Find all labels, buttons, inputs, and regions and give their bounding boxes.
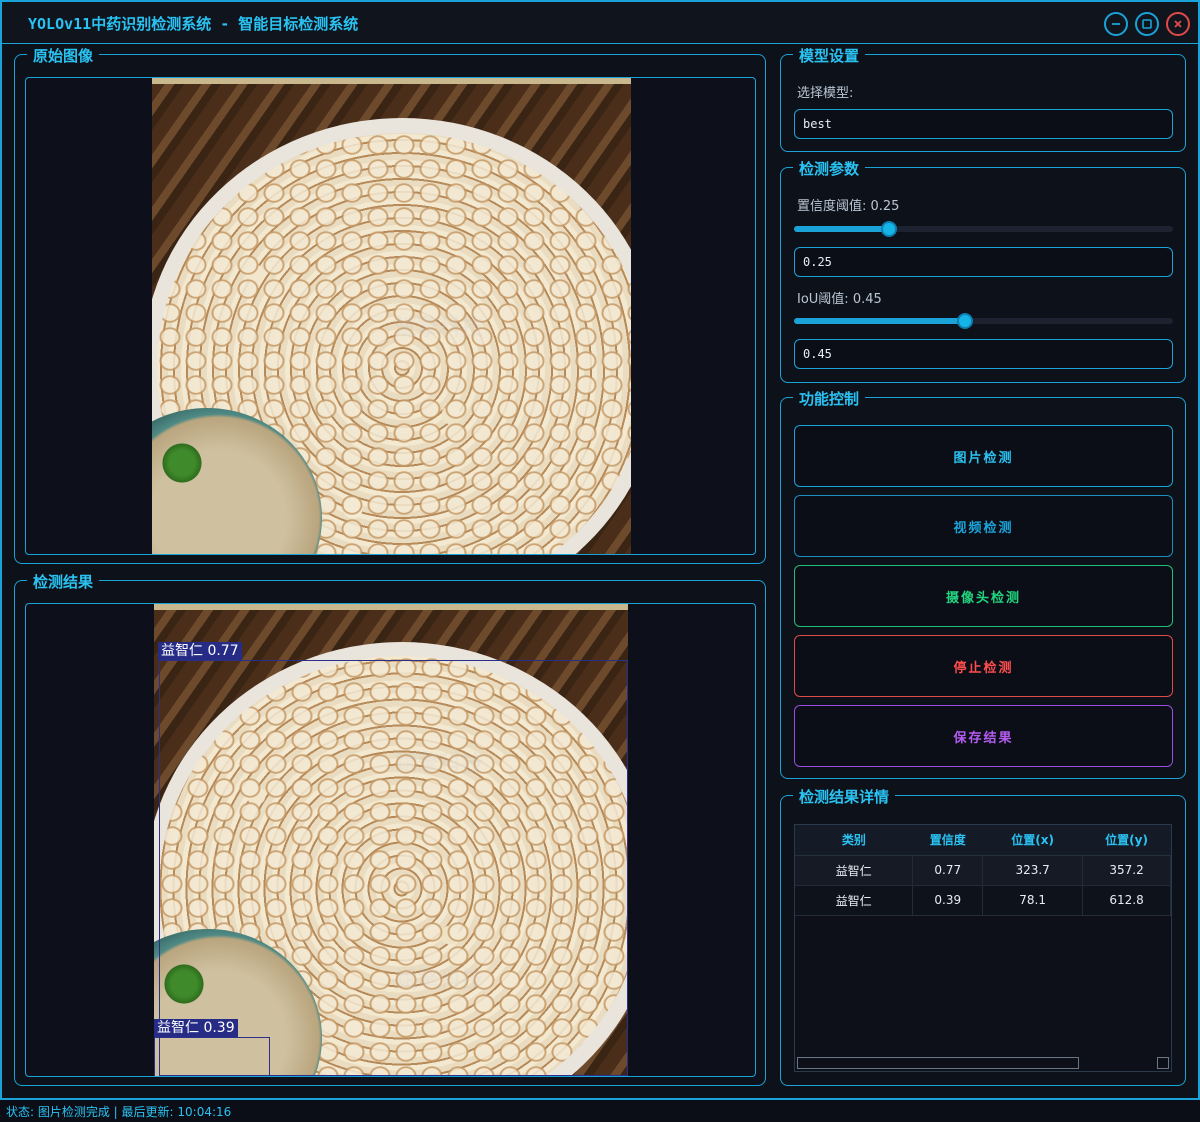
minimize-icon bbox=[1112, 23, 1120, 25]
table-header[interactable]: 类别 bbox=[795, 825, 913, 856]
confidence-label: 置信度阈值: 0.25 bbox=[797, 199, 900, 214]
original-image-panel: 原始图像 bbox=[14, 45, 766, 564]
table-header[interactable]: 位置(x) bbox=[982, 825, 1083, 856]
iou-slider-handle[interactable] bbox=[956, 313, 973, 329]
table-header[interactable]: 置信度 bbox=[912, 825, 983, 856]
function-control-title: 功能控制 bbox=[793, 388, 866, 409]
confidence-slider-fill bbox=[794, 226, 889, 232]
result-photo: 益智仁 0.77 益智仁 0.39 bbox=[154, 604, 628, 1076]
model-select-label: 选择模型: bbox=[797, 86, 854, 101]
detection-box bbox=[159, 660, 628, 1076]
window-title: YOLOv11中药识别检测系统 - 智能目标检测系统 bbox=[28, 15, 359, 33]
detection-params-title: 检测参数 bbox=[793, 158, 866, 179]
table-row[interactable]: 益智仁 0.77 323.7 357.2 bbox=[795, 855, 1171, 886]
results-table-container[interactable]: 类别 置信度 位置(x) 位置(y) 益智仁 0.77 323.7 357.2 … bbox=[794, 824, 1172, 1072]
iou-label: IoU阈值: 0.45 bbox=[797, 292, 882, 307]
iou-slider-fill bbox=[794, 318, 965, 324]
table-cell: 323.7 bbox=[982, 855, 1084, 886]
status-bar: 状态: 图片检测完成 | 最后更新: 10:04:16 bbox=[0, 1100, 1200, 1122]
scrollbar-corner bbox=[1157, 1057, 1169, 1069]
detection-label: 益智仁 0.77 bbox=[158, 642, 242, 660]
results-table: 类别 置信度 位置(x) 位置(y) 益智仁 0.77 323.7 357.2 … bbox=[795, 825, 1171, 916]
save-result-button[interactable]: 保存结果 bbox=[794, 705, 1173, 767]
iou-input[interactable]: 0.45 bbox=[794, 339, 1173, 369]
table-row[interactable]: 益智仁 0.39 78.1 612.8 bbox=[795, 885, 1171, 916]
close-button[interactable] bbox=[1166, 12, 1190, 36]
stop-detect-button[interactable]: 停止检测 bbox=[794, 635, 1173, 697]
confidence-slider-handle[interactable] bbox=[880, 221, 897, 237]
table-cell: 0.39 bbox=[912, 885, 984, 916]
maximize-button[interactable] bbox=[1135, 12, 1159, 36]
table-header[interactable]: 位置(y) bbox=[1082, 825, 1171, 856]
title-bar[interactable]: YOLOv11中药识别检测系统 - 智能目标检测系统 bbox=[2, 2, 1198, 44]
table-cell: 612.8 bbox=[1082, 885, 1171, 916]
table-cell: 78.1 bbox=[982, 885, 1084, 916]
confidence-input[interactable]: 0.25 bbox=[794, 247, 1173, 277]
horizontal-scrollbar[interactable] bbox=[797, 1057, 1079, 1069]
image-detect-button[interactable]: 图片检测 bbox=[794, 425, 1173, 487]
detection-box bbox=[154, 1037, 270, 1076]
table-cell: 益智仁 bbox=[795, 885, 914, 916]
original-photo bbox=[152, 78, 631, 554]
iou-slider[interactable] bbox=[794, 313, 1173, 329]
table-header-row: 类别 置信度 位置(x) 位置(y) bbox=[795, 825, 1171, 856]
table-cell: 357.2 bbox=[1082, 855, 1171, 886]
camera-detect-button[interactable]: 摄像头检测 bbox=[794, 565, 1173, 627]
detection-details-title: 检测结果详情 bbox=[793, 786, 896, 807]
status-text: 状态: 图片检测完成 | 最后更新: 10:04:16 bbox=[6, 1105, 232, 1119]
maximize-icon bbox=[1142, 19, 1152, 29]
detection-result-title: 检测结果 bbox=[27, 571, 100, 592]
close-icon bbox=[1174, 20, 1182, 28]
result-image-view: 益智仁 0.77 益智仁 0.39 bbox=[25, 603, 756, 1077]
model-settings-title: 模型设置 bbox=[793, 45, 866, 66]
model-select[interactable]: best bbox=[794, 109, 1173, 139]
table-cell: 0.77 bbox=[912, 855, 984, 886]
original-image-view bbox=[25, 77, 756, 555]
original-image-title: 原始图像 bbox=[27, 45, 100, 66]
detection-label: 益智仁 0.39 bbox=[154, 1019, 238, 1037]
minimize-button[interactable] bbox=[1104, 12, 1128, 36]
confidence-slider[interactable] bbox=[794, 221, 1173, 237]
table-cell: 益智仁 bbox=[795, 855, 914, 886]
detection-result-panel: 检测结果 益智仁 0.77 益智仁 0.39 bbox=[14, 571, 766, 1086]
video-detect-button[interactable]: 视频检测 bbox=[794, 495, 1173, 557]
